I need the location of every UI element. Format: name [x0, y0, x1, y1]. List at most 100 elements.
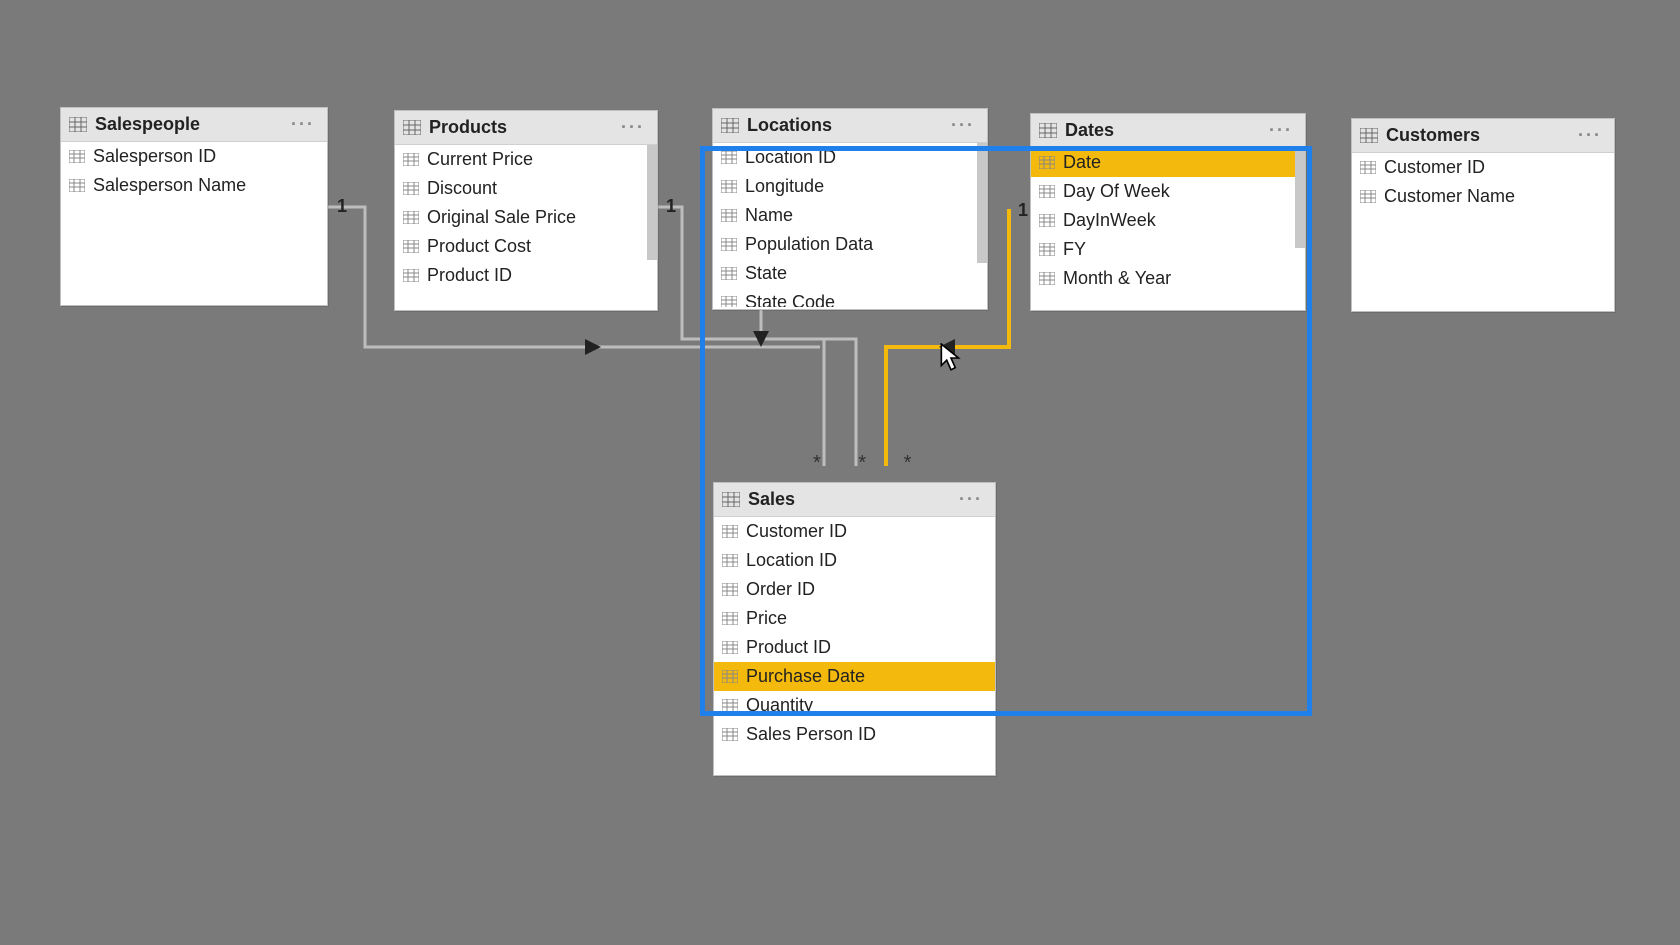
table-icon	[721, 118, 739, 133]
field-date[interactable]: Date	[1031, 148, 1305, 177]
field-dayinweek[interactable]: DayInWeek	[1031, 206, 1305, 235]
field-purchase-date[interactable]: Purchase Date	[714, 662, 995, 691]
table-menu-button[interactable]: ···	[947, 115, 979, 136]
scrollbar[interactable]	[1295, 148, 1305, 248]
field-customer-id[interactable]: Customer ID	[714, 517, 995, 546]
column-icon	[721, 180, 737, 193]
field-sales-person-id[interactable]: Sales Person ID	[714, 720, 995, 749]
field-label: DayInWeek	[1063, 210, 1156, 231]
field-label: Customer Name	[1384, 186, 1515, 207]
column-icon	[69, 150, 85, 163]
field-product-id[interactable]: Product ID	[395, 261, 657, 290]
table-dates[interactable]: Dates ··· Date Day Of Week DayInWeek FY …	[1030, 113, 1306, 311]
field-label: State Code	[745, 292, 835, 307]
field-label: Product ID	[427, 265, 512, 286]
field-label: Purchase Date	[746, 666, 865, 687]
scrollbar[interactable]	[977, 143, 987, 263]
cursor-icon	[940, 343, 962, 373]
field-salesperson-name[interactable]: Salesperson Name	[61, 171, 327, 200]
field-label: Product Cost	[427, 236, 531, 257]
column-icon	[69, 179, 85, 192]
column-icon	[722, 583, 738, 596]
field-population-data[interactable]: Population Data	[713, 230, 987, 259]
cardinality-salespeople: 1	[337, 196, 347, 217]
field-label: FY	[1063, 239, 1086, 260]
field-quantity[interactable]: Quantity	[714, 691, 995, 720]
field-state-code[interactable]: State Code	[713, 288, 987, 307]
table-locations[interactable]: Locations ··· Location ID Longitude Name…	[712, 108, 988, 310]
column-icon	[722, 641, 738, 654]
column-icon	[721, 151, 737, 164]
table-header-sales[interactable]: Sales ···	[714, 483, 995, 517]
table-title: Locations	[747, 115, 947, 136]
field-label: Original Sale Price	[427, 207, 576, 228]
column-icon	[722, 699, 738, 712]
field-order-id[interactable]: Order ID	[714, 575, 995, 604]
field-location-id[interactable]: Location ID	[713, 143, 987, 172]
column-icon	[721, 267, 737, 280]
field-label: Sales Person ID	[746, 724, 876, 745]
field-price[interactable]: Price	[714, 604, 995, 633]
column-icon	[722, 670, 738, 683]
column-icon	[722, 612, 738, 625]
table-customers[interactable]: Customers ··· Customer ID Customer Name	[1351, 118, 1615, 312]
table-menu-button[interactable]: ···	[1574, 125, 1606, 146]
field-original-sale-price[interactable]: Original Sale Price	[395, 203, 657, 232]
column-icon	[1039, 272, 1055, 285]
table-icon	[403, 120, 421, 135]
scrollbar[interactable]	[647, 145, 657, 260]
table-salespeople[interactable]: Salespeople ··· Salesperson ID Salespers…	[60, 107, 328, 306]
table-header-locations[interactable]: Locations ···	[713, 109, 987, 143]
table-header-customers[interactable]: Customers ···	[1352, 119, 1614, 153]
field-label: Location ID	[746, 550, 837, 571]
table-menu-button[interactable]: ···	[617, 117, 649, 138]
field-customer-name[interactable]: Customer Name	[1352, 182, 1614, 211]
table-title: Customers	[1386, 125, 1574, 146]
table-icon	[722, 492, 740, 507]
field-product-id[interactable]: Product ID	[714, 633, 995, 662]
field-label: Quantity	[746, 695, 813, 716]
column-icon	[1039, 243, 1055, 256]
field-product-cost[interactable]: Product Cost	[395, 232, 657, 261]
field-label: Month & Year	[1063, 268, 1171, 289]
column-icon	[721, 296, 737, 307]
column-icon	[722, 554, 738, 567]
table-header-dates[interactable]: Dates ···	[1031, 114, 1305, 148]
field-label: State	[745, 263, 787, 284]
table-menu-button[interactable]: ···	[287, 114, 319, 135]
field-discount[interactable]: Discount	[395, 174, 657, 203]
field-label: Customer ID	[746, 521, 847, 542]
table-icon	[1039, 123, 1057, 138]
table-products[interactable]: Products ··· Current Price Discount Orig…	[394, 110, 658, 311]
column-icon	[1039, 214, 1055, 227]
column-icon	[1360, 190, 1376, 203]
column-icon	[721, 238, 737, 251]
field-location-id[interactable]: Location ID	[714, 546, 995, 575]
table-header-salespeople[interactable]: Salespeople ···	[61, 108, 327, 142]
field-fy[interactable]: FY	[1031, 235, 1305, 264]
table-sales[interactable]: Sales ··· Customer ID Location ID Order …	[713, 482, 996, 776]
table-title: Salespeople	[95, 114, 287, 135]
field-state[interactable]: State	[713, 259, 987, 288]
column-icon	[722, 525, 738, 538]
column-icon	[1039, 156, 1055, 169]
field-label: Date	[1063, 152, 1101, 173]
field-label: Customer ID	[1384, 157, 1485, 178]
table-title: Products	[429, 117, 617, 138]
field-label: Salesperson ID	[93, 146, 216, 167]
field-day-of-week[interactable]: Day Of Week	[1031, 177, 1305, 206]
table-menu-button[interactable]: ···	[1265, 120, 1297, 141]
field-customer-id[interactable]: Customer ID	[1352, 153, 1614, 182]
field-label: Discount	[427, 178, 497, 199]
field-month-year[interactable]: Month & Year	[1031, 264, 1305, 293]
field-label: Product ID	[746, 637, 831, 658]
table-icon	[69, 117, 87, 132]
field-current-price[interactable]: Current Price	[395, 145, 657, 174]
field-salesperson-id[interactable]: Salesperson ID	[61, 142, 327, 171]
table-menu-button[interactable]: ···	[955, 489, 987, 510]
table-header-products[interactable]: Products ···	[395, 111, 657, 145]
field-label: Location ID	[745, 147, 836, 168]
column-icon	[403, 153, 419, 166]
field-longitude[interactable]: Longitude	[713, 172, 987, 201]
field-name[interactable]: Name	[713, 201, 987, 230]
